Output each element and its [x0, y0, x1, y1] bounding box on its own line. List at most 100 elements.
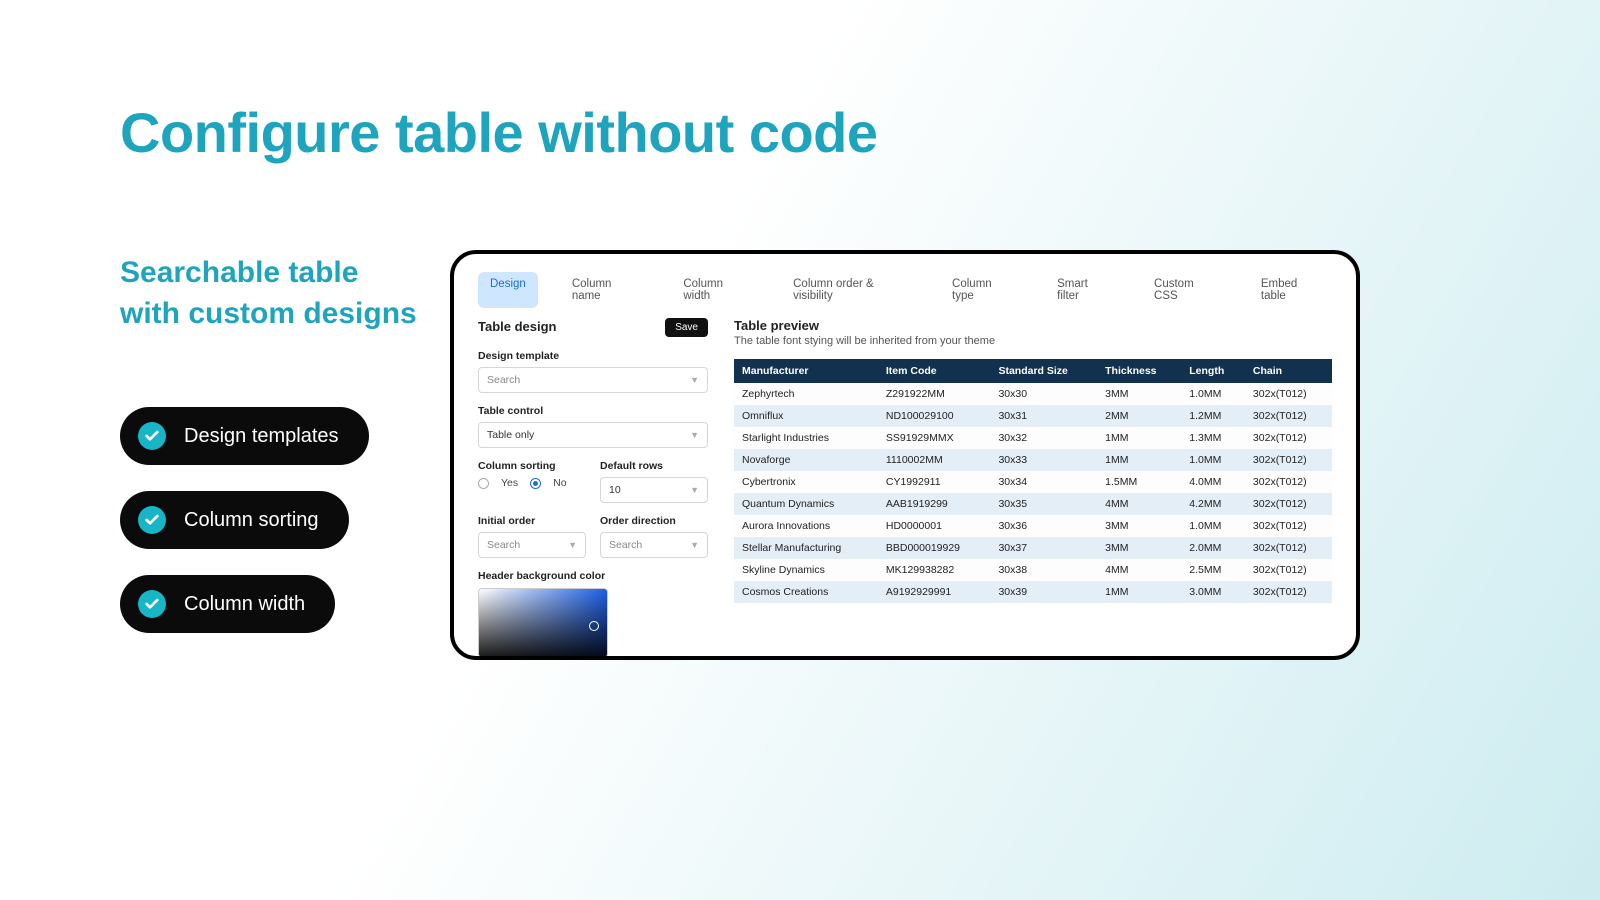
preview-panel: Table preview The table font stying will… [734, 318, 1332, 658]
tab-design[interactable]: Design [478, 272, 538, 308]
table-cell: MK129938282 [878, 559, 991, 581]
feature-chip-label: Column sorting [184, 509, 319, 532]
table-cell: Omniflux [734, 405, 878, 427]
header-bg-label: Header background color [478, 570, 708, 582]
tab-column-order-visibility[interactable]: Column order & visibility [781, 272, 918, 308]
check-icon [138, 422, 166, 450]
table-row: Quantum DynamicsAAB191929930x354MM4.2MM3… [734, 493, 1332, 515]
default-rows-select[interactable]: 10 ▼ [600, 477, 708, 503]
table-row: Stellar ManufacturingBBD00001992930x373M… [734, 537, 1332, 559]
table-cell: 30x35 [990, 493, 1097, 515]
table-cell: Skyline Dynamics [734, 559, 878, 581]
table-row: Aurora InnovationsHD000000130x363MM1.0MM… [734, 515, 1332, 537]
table-cell: Cosmos Creations [734, 581, 878, 603]
feature-chip: Column width [120, 575, 335, 633]
table-cell: Cybertronix [734, 471, 878, 493]
design-template-select[interactable]: Search ▼ [478, 367, 708, 393]
design-panel: Table design Save Design template Search… [478, 318, 708, 658]
tab-column-name[interactable]: Column name [560, 272, 650, 308]
column-header[interactable]: Chain [1245, 359, 1332, 383]
column-header[interactable]: Thickness [1097, 359, 1181, 383]
table-cell: 4MM [1097, 559, 1181, 581]
check-icon [138, 590, 166, 618]
tab-custom-css[interactable]: Custom CSS [1142, 272, 1227, 308]
tab-smart-filter[interactable]: Smart filter [1045, 272, 1120, 308]
chevron-down-icon: ▼ [690, 430, 699, 440]
color-picker[interactable] [478, 588, 608, 658]
table-cell: 4MM [1097, 493, 1181, 515]
table-cell: 1110002MM [878, 449, 991, 471]
column-header[interactable]: Item Code [878, 359, 991, 383]
chevron-down-icon: ▼ [690, 485, 699, 495]
table-cell: 1MM [1097, 581, 1181, 603]
table-cell: 3MM [1097, 383, 1181, 405]
table-cell: 1.3MM [1181, 427, 1245, 449]
initial-order-label: Initial order [478, 515, 586, 527]
preview-header-row: ManufacturerItem CodeStandard SizeThickn… [734, 359, 1332, 383]
table-cell: 30x34 [990, 471, 1097, 493]
initial-order-select[interactable]: Search ▼ [478, 532, 586, 558]
table-cell: SS91929MMX [878, 427, 991, 449]
design-template-label: Design template [478, 350, 708, 362]
table-cell: 2MM [1097, 405, 1181, 427]
table-cell: 30x30 [990, 383, 1097, 405]
table-cell: 3.0MM [1181, 581, 1245, 603]
table-cell: 1.2MM [1181, 405, 1245, 427]
feature-chip-label: Design templates [184, 425, 339, 448]
table-control-label: Table control [478, 405, 708, 417]
sorting-yes-radio[interactable] [478, 478, 489, 489]
initial-order-value: Search [487, 539, 520, 551]
table-cell: 302x(T012) [1245, 449, 1332, 471]
table-cell: 30x39 [990, 581, 1097, 603]
column-header[interactable]: Manufacturer [734, 359, 878, 383]
table-row: Cosmos CreationsA919292999130x391MM3.0MM… [734, 581, 1332, 603]
tab-column-width[interactable]: Column width [671, 272, 759, 308]
chevron-down-icon: ▼ [690, 375, 699, 385]
sorting-no-radio[interactable] [530, 478, 541, 489]
feature-chip-label: Column width [184, 593, 305, 616]
table-cell: 302x(T012) [1245, 493, 1332, 515]
sorting-no-label: No [553, 477, 566, 489]
table-cell: 1.0MM [1181, 383, 1245, 405]
table-cell: 3MM [1097, 515, 1181, 537]
table-cell: BBD000019929 [878, 537, 991, 559]
default-rows-label: Default rows [600, 460, 708, 472]
table-cell: Stellar Manufacturing [734, 537, 878, 559]
table-cell: 302x(T012) [1245, 471, 1332, 493]
order-direction-select[interactable]: Search ▼ [600, 532, 708, 558]
table-cell: 1.0MM [1181, 449, 1245, 471]
column-header[interactable]: Length [1181, 359, 1245, 383]
table-cell: ND100029100 [878, 405, 991, 427]
table-cell: 1.5MM [1097, 471, 1181, 493]
tab-column-type[interactable]: Column type [940, 272, 1023, 308]
table-control-select[interactable]: Table only ▼ [478, 422, 708, 448]
table-row: OmnifluxND10002910030x312MM1.2MM302x(T01… [734, 405, 1332, 427]
table-cell: 30x37 [990, 537, 1097, 559]
page-title: Configure table without code [120, 100, 878, 165]
design-panel-title: Table design [478, 319, 557, 334]
page-subtitle: Searchable table with custom designs [120, 253, 420, 334]
table-control-value: Table only [487, 429, 534, 441]
column-header[interactable]: Standard Size [990, 359, 1097, 383]
table-row: CybertronixCY199291130x341.5MM4.0MM302x(… [734, 471, 1332, 493]
table-cell: 302x(T012) [1245, 581, 1332, 603]
table-cell: 30x32 [990, 427, 1097, 449]
preview-body: ZephyrtechZ291922MM30x303MM1.0MM302x(T01… [734, 383, 1332, 603]
table-cell: 4.0MM [1181, 471, 1245, 493]
table-cell: AAB1919299 [878, 493, 991, 515]
preview-table: ManufacturerItem CodeStandard SizeThickn… [734, 359, 1332, 603]
color-picker-cursor[interactable] [589, 621, 599, 631]
preview-subtitle: The table font stying will be inherited … [734, 335, 1332, 347]
table-cell: 4.2MM [1181, 493, 1245, 515]
chevron-down-icon: ▼ [690, 540, 699, 550]
save-button[interactable]: Save [665, 318, 708, 337]
order-direction-label: Order direction [600, 515, 708, 527]
table-row: Starlight IndustriesSS91929MMX30x321MM1.… [734, 427, 1332, 449]
table-cell: CY1992911 [878, 471, 991, 493]
preview-title: Table preview [734, 318, 1332, 333]
order-direction-value: Search [609, 539, 642, 551]
app-frame: Design Column name Column width Column orde… [450, 250, 1360, 660]
table-row: ZephyrtechZ291922MM30x303MM1.0MM302x(T01… [734, 383, 1332, 405]
table-cell: 302x(T012) [1245, 427, 1332, 449]
tab-embed-table[interactable]: Embed table [1249, 272, 1332, 308]
